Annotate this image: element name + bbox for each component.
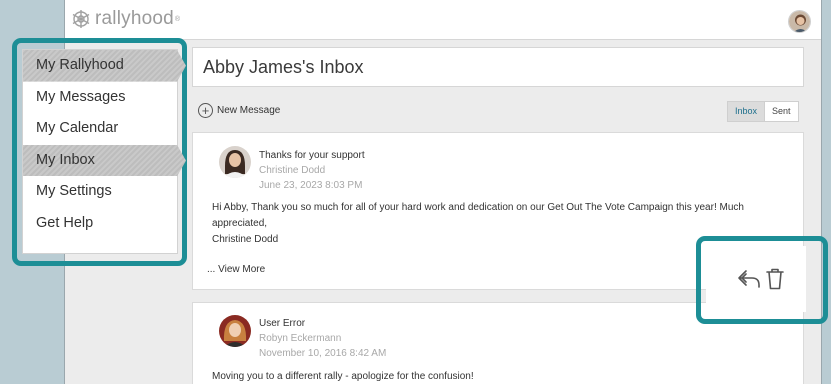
inbox-sent-toggle: Inbox Sent xyxy=(727,101,799,122)
logo[interactable]: rallyhood ® xyxy=(71,8,180,30)
message-sender: Christine Dodd xyxy=(259,165,326,176)
sidebar-item-label: Get Help xyxy=(36,214,94,231)
sidebar: My Rallyhood My Messages My Calendar My … xyxy=(22,49,178,254)
sidebar-item-label: My Rallyhood xyxy=(36,57,124,73)
message-subject: User Error xyxy=(259,318,306,329)
sender-avatar xyxy=(219,315,251,347)
sidebar-item-my-inbox[interactable]: My Inbox xyxy=(23,145,186,177)
message-body: Moving you to a different rally - apolog… xyxy=(212,369,792,384)
page-title-box: Abby James's Inbox xyxy=(192,47,804,87)
sidebar-item-label: My Messages xyxy=(36,88,126,105)
sidebar-item-my-settings[interactable]: My Settings xyxy=(23,176,177,208)
snowflake-logo-icon xyxy=(72,10,90,28)
logo-registered-mark: ® xyxy=(174,15,181,23)
message-body-line: Hi Abby, Thank you so much for all of yo… xyxy=(212,202,744,229)
top-bar: rallyhood ® xyxy=(65,0,821,40)
message-body-line: Moving you to a different rally - apolog… xyxy=(212,371,474,382)
sidebar-item-my-calendar[interactable]: My Calendar xyxy=(23,113,177,145)
new-message-button[interactable]: + New Message xyxy=(198,103,280,118)
reply-button[interactable] xyxy=(737,269,761,294)
reply-icon xyxy=(738,270,760,288)
message-date: November 10, 2016 8:42 AM xyxy=(259,348,387,359)
sidebar-item-my-rallyhood[interactable]: My Rallyhood xyxy=(23,50,186,82)
sender-avatar xyxy=(219,146,251,178)
user-avatar-image xyxy=(789,11,810,32)
tab-sent[interactable]: Sent xyxy=(765,102,798,121)
delete-button[interactable] xyxy=(766,268,784,295)
tab-inbox[interactable]: Inbox xyxy=(728,102,766,121)
message-sender: Robyn Eckermann xyxy=(259,333,342,344)
message-subject: Thanks for your support xyxy=(259,150,365,161)
actions-highlight-frame xyxy=(696,236,828,324)
trash-icon xyxy=(766,268,784,290)
sidebar-item-my-messages[interactable]: My Messages xyxy=(23,82,177,114)
page-title: Abby James's Inbox xyxy=(203,57,364,77)
view-more-link[interactable]: ... View More xyxy=(207,264,265,275)
sidebar-item-label: My Inbox xyxy=(36,151,95,168)
user-avatar[interactable] xyxy=(788,10,811,33)
message-date: June 23, 2023 8:03 PM xyxy=(259,180,363,191)
logo-text: rallyhood xyxy=(95,8,174,29)
sidebar-item-label: My Settings xyxy=(36,183,112,200)
sidebar-item-label: My Calendar xyxy=(36,120,119,137)
sidebar-item-get-help[interactable]: Get Help xyxy=(23,208,177,240)
new-message-label: New Message xyxy=(217,105,281,116)
plus-circle-icon: + xyxy=(198,103,213,118)
